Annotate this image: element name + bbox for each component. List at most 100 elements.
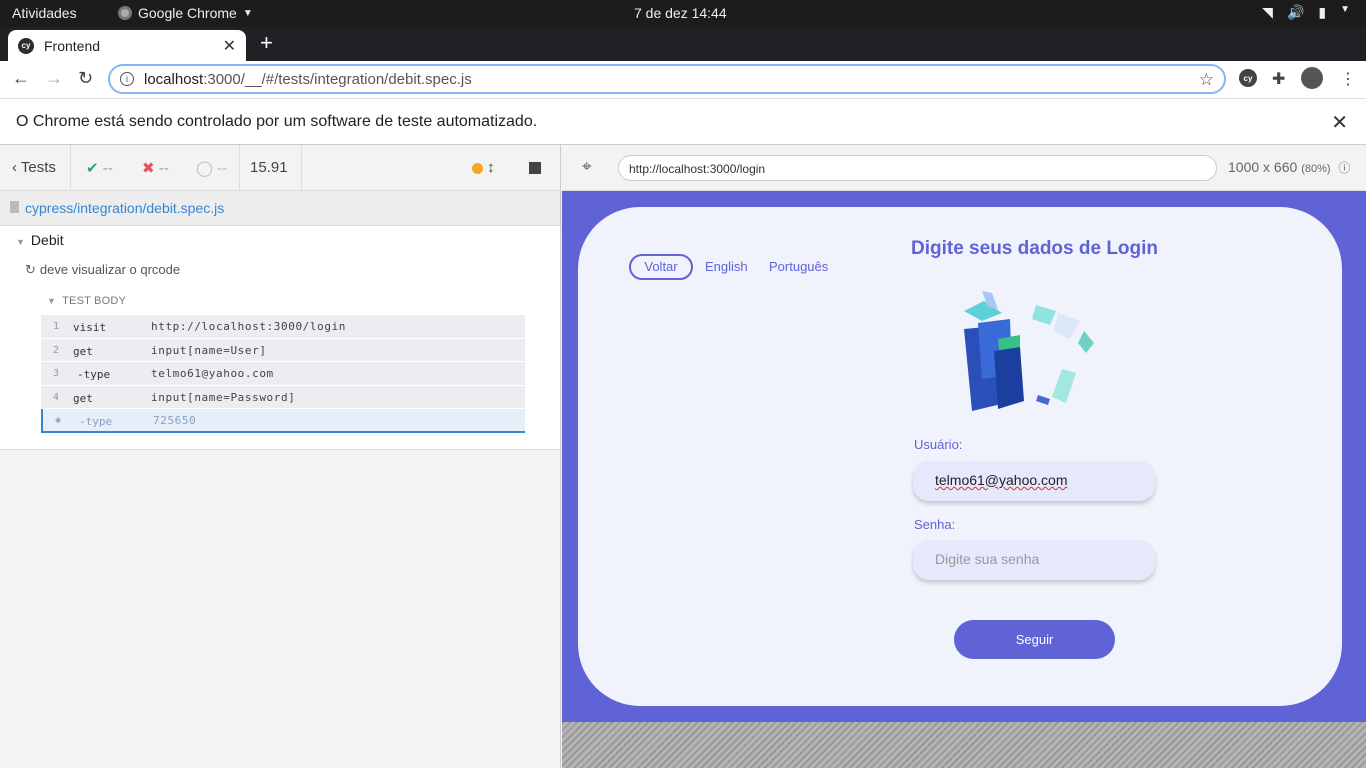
url-host: localhost	[144, 70, 204, 88]
tab-title: Frontend	[44, 37, 101, 54]
back-button[interactable]: Voltar	[629, 254, 693, 280]
submit-button[interactable]: Seguir	[954, 620, 1115, 659]
os-top-bar: Atividades Google Chrome ▼ 7 de dez 14:4…	[0, 0, 1366, 27]
caret-down-icon: ▼	[16, 237, 25, 247]
bookmark-star-icon[interactable]: ☆	[1199, 70, 1214, 90]
command-number: 4	[53, 391, 60, 403]
infobar-message: O Chrome está sendo controlado por um so…	[16, 113, 538, 130]
info-icon[interactable]: ⓘ	[1338, 161, 1350, 175]
command-row[interactable]: 4 get input[name=Password]	[41, 385, 525, 409]
reload-icon[interactable]: ↻	[78, 68, 93, 89]
url-path: :3000/__/#/tests/integration/debit.spec.…	[203, 70, 472, 88]
command-number: 1	[53, 321, 60, 332]
running-dot-icon	[472, 162, 483, 174]
login-card: Voltar English Português Digite seus dad…	[578, 207, 1342, 706]
battery-icon: ▮	[1318, 4, 1327, 20]
puzzle-extensions-icon[interactable]: ✚	[1272, 69, 1285, 89]
suite-name: Debit	[30, 232, 64, 248]
new-tab-button[interactable]: +	[260, 30, 273, 56]
close-tab-icon[interactable]: ✕	[223, 36, 236, 56]
back-arrow-icon[interactable]: ←	[12, 68, 30, 89]
file-icon	[10, 201, 19, 213]
tests-back-button[interactable]: ‹ Tests	[12, 159, 56, 176]
address-bar[interactable]: i localhost:3000/__/#/tests/integration/…	[108, 64, 1226, 94]
command-name: -type	[79, 415, 113, 428]
password-label: Senha:	[914, 517, 956, 532]
section-label: TEST BODY	[62, 295, 127, 307]
stop-button[interactable]	[529, 159, 541, 176]
pending-count: ◯ --	[196, 159, 227, 177]
tab-frontend[interactable]: cy Frontend ✕	[8, 30, 246, 61]
command-row[interactable]: 3 -type telmo61@yahoo.com	[41, 362, 525, 386]
lang-english-link[interactable]: English	[705, 259, 748, 274]
aut-overflow-area	[562, 722, 1366, 768]
passed-value: --	[102, 160, 113, 177]
chrome-icon	[118, 6, 132, 20]
info-icon[interactable]: i	[120, 72, 134, 86]
lang-portuguese-link[interactable]: Português	[769, 259, 828, 274]
cypress-extension-icon[interactable]: cy	[1239, 69, 1257, 87]
spec-path-link[interactable]: cypress/integration/debit.spec.js	[25, 200, 224, 216]
reporter-header: ‹ Tests ✔ -- ✖ -- ◯ -- 15.91 ↕	[0, 145, 560, 191]
command-message: telmo61@yahoo.com	[151, 367, 274, 380]
command-name: get	[73, 344, 93, 358]
command-log: 1 visit http://localhost:3000/login 2 ge…	[41, 315, 525, 433]
command-number: 3	[53, 368, 60, 379]
aut-header: ⌖ http://localhost:3000/login 1000 x 660…	[562, 145, 1366, 191]
command-message: input[name=Password]	[151, 390, 296, 404]
loading-spinner-icon: ✺	[55, 415, 62, 426]
selector-playground-crosshair-icon[interactable]: ⌖	[582, 157, 592, 177]
clock[interactable]: 7 de dez 14:44	[634, 5, 727, 21]
viewport-size: 1000 x 660 (80%) ⓘ	[1228, 159, 1350, 176]
command-row[interactable]: 2 get input[name=User]	[41, 338, 525, 362]
test-runnables: ▼ Debit ↻ deve visualizar o qrcode ▼ TEST B…	[0, 226, 560, 450]
app-menu[interactable]: Google Chrome ▼	[118, 5, 253, 21]
suite-title[interactable]: ▼ Debit	[16, 232, 64, 248]
command-name: get	[73, 391, 93, 405]
password-input[interactable]: Digite sua senha	[913, 540, 1155, 580]
browser-toolbar: ← → ↻ i localhost:3000/__/#/tests/integr…	[0, 61, 1366, 98]
login-title: Digite seus dados de Login	[911, 238, 1159, 259]
passed-count: ✔ --	[86, 159, 113, 177]
aut-url-field[interactable]: http://localhost:3000/login	[618, 155, 1217, 181]
command-name: visit	[73, 321, 107, 334]
system-tray[interactable]: ◥ 🔊 ▮ ▼	[1262, 4, 1350, 21]
user-input[interactable]: telmo61@yahoo.com	[913, 461, 1155, 501]
cypress-favicon-icon: cy	[18, 37, 34, 54]
x-icon: ✖	[142, 160, 155, 177]
app-name: Google Chrome	[138, 5, 237, 21]
command-number: 2	[53, 344, 60, 356]
command-message: input[name=User]	[151, 343, 267, 357]
user-label: Usuário:	[914, 437, 963, 452]
spec-file-bar: cypress/integration/debit.spec.js	[0, 191, 560, 226]
chevron-down-icon: ▼	[1340, 4, 1350, 15]
command-row-active[interactable]: ✺ -type 725650	[41, 409, 525, 433]
check-icon: ✔	[86, 160, 99, 177]
test-body-header[interactable]: ▼ TEST BODY	[47, 295, 126, 307]
forward-arrow-icon[interactable]: →	[45, 68, 63, 89]
wifi-icon: ◥	[1262, 4, 1273, 20]
auto-scroll-toggle[interactable]: ↕	[472, 159, 495, 176]
wallet-illustration-icon	[964, 291, 1094, 411]
caret-down-icon: ▼	[47, 296, 57, 306]
test-name: deve visualizar o qrcode	[39, 262, 181, 277]
stop-icon	[529, 162, 541, 175]
pending-circle-icon: ◯	[196, 160, 213, 177]
tests-label: Tests	[20, 159, 56, 176]
user-input-value: telmo61@yahoo.com	[935, 472, 1068, 488]
menu-kebab-icon[interactable]: ⋮	[1340, 69, 1356, 89]
profile-avatar-icon[interactable]	[1301, 67, 1323, 89]
command-name: -type	[77, 368, 111, 381]
chevron-left-icon: ‹	[12, 159, 17, 176]
activities-button[interactable]: Atividades	[12, 5, 77, 21]
volume-icon: 🔊	[1286, 4, 1305, 20]
close-infobar-icon[interactable]: ✕	[1331, 110, 1348, 135]
scroll-arrows-icon: ↕	[487, 159, 495, 176]
failed-value: --	[158, 160, 169, 177]
cypress-reporter: ‹ Tests ✔ -- ✖ -- ◯ -- 15.91 ↕ cypress/i…	[0, 145, 561, 768]
command-row[interactable]: 1 visit http://localhost:3000/login	[41, 315, 525, 339]
failed-count: ✖ --	[142, 159, 169, 177]
test-title[interactable]: ↻ deve visualizar o qrcode	[25, 262, 180, 278]
automation-infobar: O Chrome está sendo controlado por um so…	[0, 98, 1366, 145]
viewport-scale: (80%)	[1301, 163, 1331, 175]
